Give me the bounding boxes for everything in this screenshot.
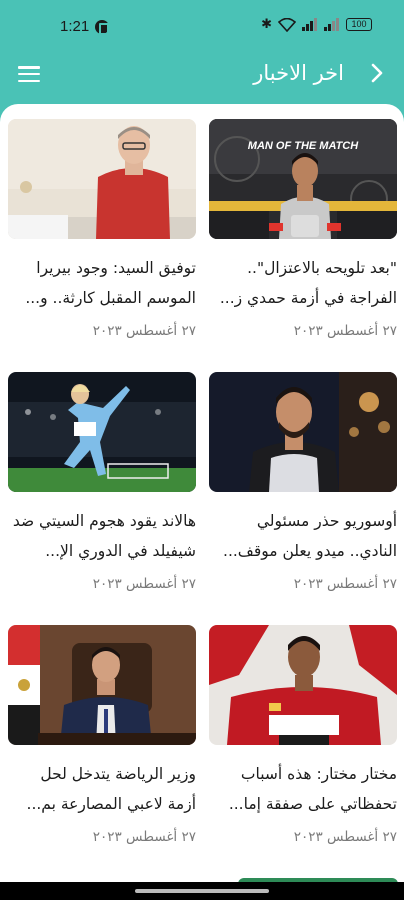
news-image bbox=[209, 625, 397, 745]
news-title[interactable]: وزير الرياضة يتدخل لحل أزمة لاعبي المصار… bbox=[8, 759, 196, 819]
image-banner-text: MAN OF THE MATCH bbox=[248, 140, 359, 152]
news-date: ٢٧ أغسطس ٢٠٢٣ bbox=[293, 576, 397, 592]
battery-icon: 100 bbox=[346, 18, 372, 31]
news-image: MAN OF THE MATCH bbox=[209, 119, 397, 239]
news-card[interactable]: هالاند يقود هجوم السيتي ضد شيفيلد في الد… bbox=[8, 372, 196, 592]
news-image bbox=[8, 119, 196, 239]
news-date: ٢٧ أغسطس ٢٠٢٣ bbox=[293, 829, 397, 845]
news-date: ٢٧ أغسطس ٢٠٢٣ bbox=[92, 829, 196, 845]
signal-icon-2 bbox=[324, 18, 339, 31]
news-date: ٢٧ أغسطس ٢٠٢٣ bbox=[92, 323, 196, 339]
status-time: 1:21 bbox=[60, 18, 90, 35]
chevron-right-icon[interactable] bbox=[366, 62, 388, 84]
signal-icon-1 bbox=[302, 18, 317, 31]
news-title[interactable]: مختار مختار: هذه أسباب تحفظاتي على صفقة … bbox=[209, 759, 397, 819]
news-title[interactable]: "بعد تلويحه بالاعتزال".. الفراجة في أزمة… bbox=[209, 253, 397, 313]
news-date: ٢٧ أغسطس ٢٠٢٣ bbox=[92, 576, 196, 592]
news-card[interactable]: توفيق السيد: وجود بيريرا الموسم المقبل ك… bbox=[8, 119, 196, 339]
news-title[interactable]: أوسوريو حذر مسئولي النادي.. ميدو يعلن مو… bbox=[209, 506, 397, 566]
news-title[interactable]: هالاند يقود هجوم السيتي ضد شيفيلد في الد… bbox=[8, 506, 196, 566]
wifi-icon bbox=[278, 17, 296, 32]
navigation-bar bbox=[0, 882, 404, 900]
bluetooth-icon: ✱ bbox=[261, 17, 272, 32]
news-title[interactable]: توفيق السيد: وجود بيريرا الموسم المقبل ك… bbox=[8, 253, 196, 313]
news-card[interactable]: مختار مختار: هذه أسباب تحفظاتي على صفقة … bbox=[209, 625, 397, 845]
news-date: ٢٧ أغسطس ٢٠٢٣ bbox=[293, 323, 397, 339]
notification-icon bbox=[95, 20, 109, 35]
status-bar: 1:21 ✱ 100 bbox=[0, 0, 404, 56]
news-list: MAN OF THE MATCH "بعد تلويحه بالاعتزال".… bbox=[0, 104, 404, 882]
news-image bbox=[209, 372, 397, 492]
news-card[interactable]: MAN OF THE MATCH "بعد تلويحه بالاعتزال".… bbox=[209, 119, 397, 339]
home-indicator[interactable] bbox=[135, 889, 269, 893]
menu-icon[interactable] bbox=[18, 66, 40, 82]
news-image bbox=[8, 625, 196, 745]
news-card[interactable]: وزير الرياضة يتدخل لحل أزمة لاعبي المصار… bbox=[8, 625, 196, 845]
news-image bbox=[8, 372, 196, 492]
page-title: اخر الاخبار bbox=[253, 61, 344, 85]
status-icons: ✱ 100 bbox=[261, 17, 372, 32]
app-bar: اخر الاخبار bbox=[0, 56, 404, 100]
news-card[interactable]: أوسوريو حذر مسئولي النادي.. ميدو يعلن مو… bbox=[209, 372, 397, 592]
